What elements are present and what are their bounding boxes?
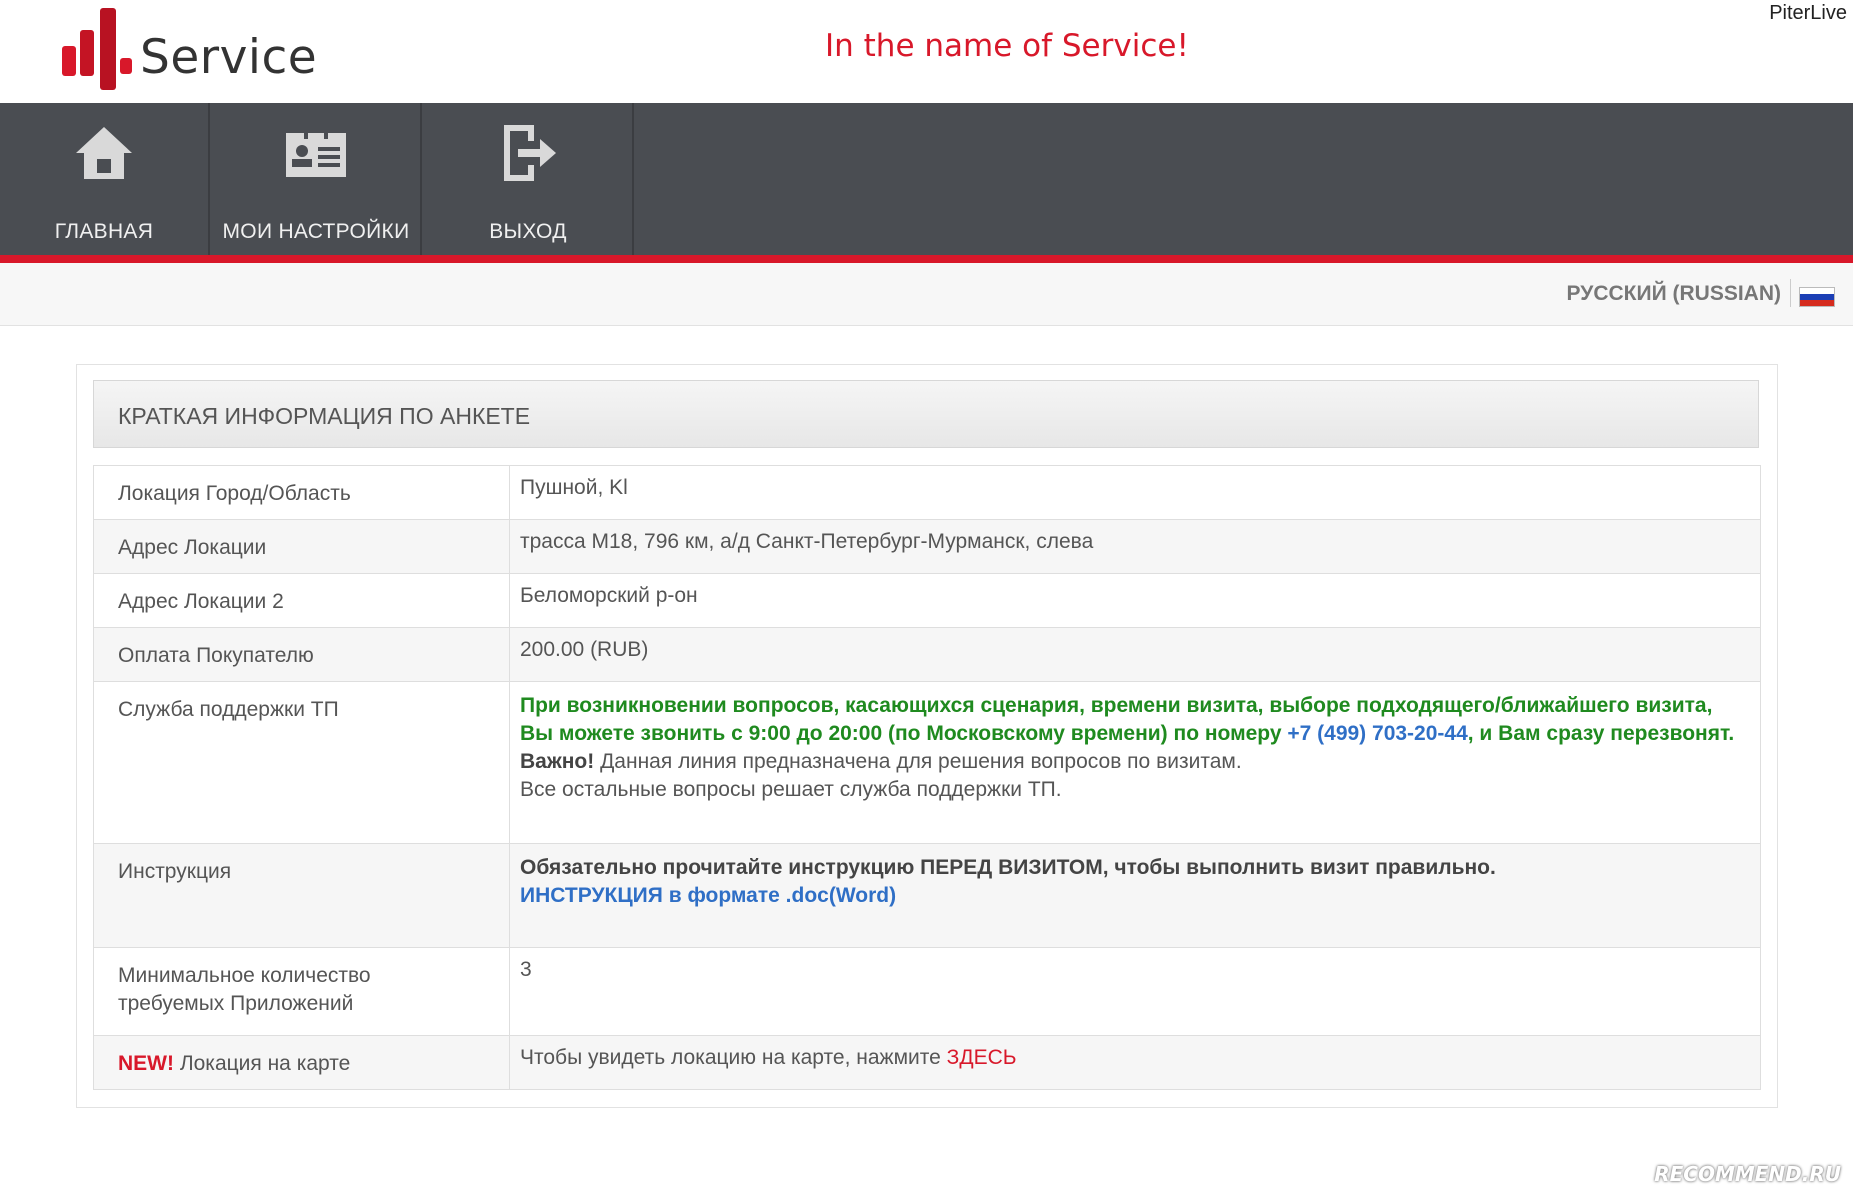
instruction-value: Обязательно прочитайте инструкцию ПЕРЕД …	[509, 843, 1761, 948]
language-selector[interactable]: РУССКИЙ (RUSSIAN)	[1567, 282, 1781, 306]
language-bar: РУССКИЙ (RUSSIAN)	[0, 263, 1853, 326]
russian-flag-icon[interactable]	[1799, 287, 1835, 307]
table-row: Адрес Локации трасса М18, 796 км, а/д Са…	[93, 519, 1761, 574]
map-link[interactable]: ЗДЕСЬ	[947, 1046, 1017, 1069]
other-text: Все остальные вопросы решает служба подд…	[520, 778, 1062, 801]
row-key: Адрес Локации 2	[93, 573, 510, 628]
support-text-end: , и Вам сразу перезвонят.	[1467, 722, 1735, 745]
important-label: Важно!	[520, 750, 595, 773]
corner-label: PiterLive	[1769, 2, 1847, 24]
support-value: При возникновении вопросов, касающихся с…	[509, 681, 1761, 844]
header: Service In the name of Service! PiterLiv…	[0, 0, 1853, 103]
row-key: Инструкция	[93, 843, 510, 948]
panel-title: КРАТКАЯ ИНФОРМАЦИЯ ПО АНКЕТЕ	[118, 403, 531, 429]
logo[interactable]: Service	[58, 6, 318, 92]
logo-text: Service	[140, 30, 318, 85]
profile-card-icon	[286, 129, 346, 177]
row-key: Оплата Покупателю	[93, 627, 510, 682]
info-table: Локация Город/Область Пушной, Kl Адрес Л…	[93, 465, 1761, 1090]
row-value: Пушной, Kl	[509, 465, 1761, 520]
panel-header: КРАТКАЯ ИНФОРМАЦИЯ ПО АНКЕТЕ	[93, 380, 1759, 448]
row-key: Адрес Локации	[93, 519, 510, 574]
row-key: Минимальное количество требуемых Приложе…	[93, 947, 510, 1036]
nav-item-label: МОИ НАСТРОЙКИ	[222, 220, 410, 243]
nav-item-settings[interactable]: МОИ НАСТРОЙКИ	[212, 103, 422, 255]
slogan-service: Service!	[1061, 28, 1189, 64]
table-row: NEW! Локация на карте Чтобы увидеть лока…	[93, 1035, 1761, 1090]
divider	[1790, 279, 1791, 307]
table-row: Служба поддержки ТП При возникновении во…	[93, 681, 1761, 844]
row-value: 3	[509, 947, 1761, 1036]
row-key: NEW! Локация на карте	[93, 1035, 510, 1090]
logo-bar	[100, 8, 116, 90]
support-phone-link[interactable]: +7 (499) 703-20-44	[1287, 722, 1467, 745]
logout-icon	[504, 125, 556, 181]
main-nav: ГЛАВНАЯ МОИ НАСТРОЙКИ ВЫХОД	[0, 103, 1853, 263]
map-value: Чтобы увидеть локацию на карте, нажмите …	[509, 1035, 1761, 1090]
row-key: Локация Город/Область	[93, 465, 510, 520]
slogan: In the name of Service!	[825, 28, 1189, 64]
slogan-red: In the name of	[825, 28, 1062, 64]
new-badge: NEW!	[118, 1052, 174, 1075]
nav-item-home[interactable]: ГЛАВНАЯ	[0, 103, 210, 255]
table-row: Инструкция Обязательно прочитайте инстру…	[93, 843, 1761, 948]
watermark: RECOMMEND.RU	[1654, 1162, 1841, 1186]
table-row: Оплата Покупателю 200.00 (RUB)	[93, 627, 1761, 682]
row-value: 200.00 (RUB)	[509, 627, 1761, 682]
important-text: Данная линия предназначена для решения в…	[594, 750, 1242, 773]
logo-bar	[62, 46, 76, 76]
row-key-line: Минимальное количество	[118, 964, 371, 987]
nav-item-label: ГЛАВНАЯ	[54, 220, 154, 243]
row-key-line: требуемых Приложений	[118, 992, 354, 1015]
nav-item-label: ВЫХОД	[489, 220, 567, 243]
row-key: Служба поддержки ТП	[93, 681, 510, 844]
table-row: Адрес Локации 2 Беломорский р-он	[93, 573, 1761, 628]
logo-bar	[120, 58, 132, 74]
questionnaire-panel: КРАТКАЯ ИНФОРМАЦИЯ ПО АНКЕТЕ Локация Гор…	[76, 364, 1778, 1108]
map-key-label: Локация на карте	[174, 1052, 351, 1075]
home-icon	[76, 127, 132, 179]
map-text: Чтобы увидеть локацию на карте, нажмите	[520, 1046, 947, 1069]
row-value: Беломорский р-он	[509, 573, 1761, 628]
logo-bar	[80, 30, 94, 76]
table-row: Локация Город/Область Пушной, Kl	[93, 465, 1761, 520]
instruction-text: Обязательно прочитайте инструкцию ПЕРЕД …	[520, 856, 1496, 879]
table-row: Минимальное количество требуемых Приложе…	[93, 947, 1761, 1036]
instruction-link[interactable]: ИНСТРУКЦИЯ в формате .doc(Word)	[520, 884, 896, 907]
row-value: трасса М18, 796 км, а/д Санкт-Петербург-…	[509, 519, 1761, 574]
nav-item-logout[interactable]: ВЫХОД	[424, 103, 634, 255]
